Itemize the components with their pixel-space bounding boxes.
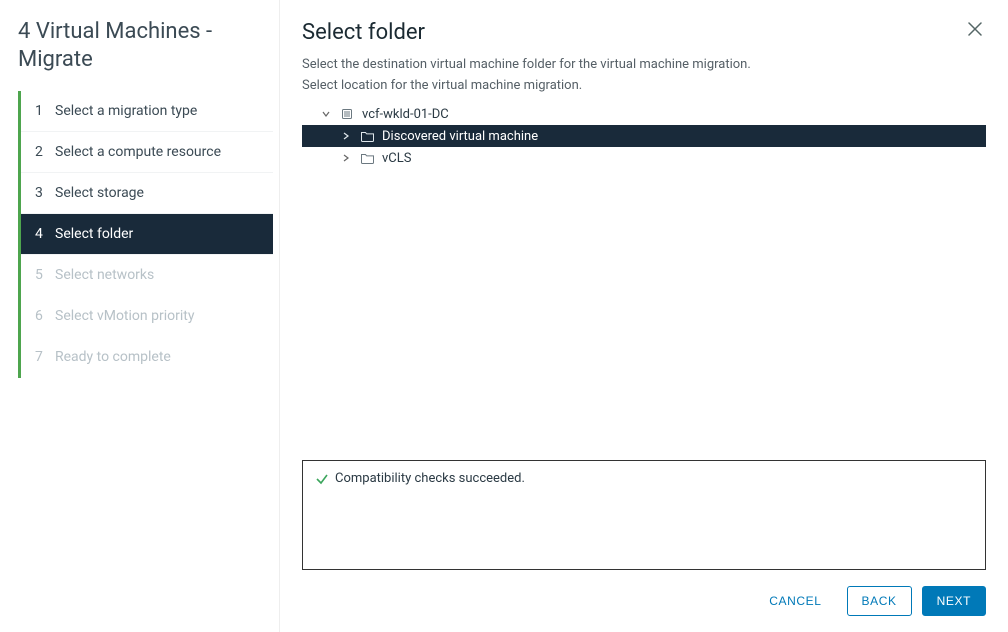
- cancel-button[interactable]: CANCEL: [754, 586, 836, 616]
- page-title: Select folder: [302, 20, 425, 45]
- step-storage[interactable]: 3 Select storage: [21, 173, 273, 214]
- next-button[interactable]: NEXT: [922, 586, 986, 616]
- step-number: 4: [35, 226, 45, 242]
- page-description: Select the destination virtual machine f…: [302, 57, 986, 72]
- folder-icon: [360, 129, 374, 143]
- step-number: 5: [35, 267, 45, 283]
- datacenter-icon: [340, 107, 354, 121]
- page-title-row: Select folder: [302, 20, 986, 45]
- step-vmotion-priority: 6 Select vMotion priority: [21, 296, 273, 337]
- wizard-sidebar: 4 Virtual Machines - Migrate 1 Select a …: [0, 0, 280, 632]
- wizard-main: Select folder Select the destination vir…: [280, 0, 1008, 632]
- compatibility-text: Compatibility checks succeeded.: [335, 471, 525, 486]
- wizard-title-line1: 4 Virtual Machines -: [18, 19, 212, 44]
- wizard-title: 4 Virtual Machines - Migrate: [18, 18, 273, 73]
- wizard-steps: 1 Select a migration type 2 Select a com…: [18, 91, 273, 378]
- checkmark-icon: [315, 472, 329, 486]
- wizard-title-line2: Migrate: [18, 47, 93, 72]
- tree-root-label: vcf-wkld-01-DC: [360, 107, 449, 122]
- compatibility-row: Compatibility checks succeeded.: [315, 471, 973, 486]
- step-label: Select a migration type: [55, 103, 197, 119]
- tree-item-discovered-vm[interactable]: Discovered virtual machine: [302, 125, 986, 147]
- step-ready-complete: 7 Ready to complete: [21, 337, 273, 378]
- step-compute-resource[interactable]: 2 Select a compute resource: [21, 132, 273, 173]
- folder-icon: [360, 151, 374, 165]
- tree-item-vcls[interactable]: vCLS: [302, 147, 986, 169]
- step-label: Select a compute resource: [55, 144, 221, 160]
- compatibility-panel: Compatibility checks succeeded.: [302, 460, 986, 570]
- step-networks: 5 Select networks: [21, 255, 273, 296]
- step-label: Ready to complete: [55, 349, 171, 365]
- back-button[interactable]: BACK: [847, 586, 912, 616]
- step-number: 2: [35, 144, 45, 160]
- step-migration-type[interactable]: 1 Select a migration type: [21, 91, 273, 132]
- close-icon[interactable]: [964, 20, 986, 38]
- step-label: Select networks: [55, 267, 154, 283]
- migrate-wizard-dialog: 4 Virtual Machines - Migrate 1 Select a …: [0, 0, 1008, 632]
- folder-tree: vcf-wkld-01-DC Discovered virtual machin…: [302, 103, 986, 169]
- wizard-footer: CANCEL BACK NEXT: [302, 586, 986, 616]
- page-sub-description: Select location for the virtual machine …: [302, 78, 986, 93]
- chevron-right-icon[interactable]: [342, 132, 354, 140]
- tree-item-label: Discovered virtual machine: [380, 129, 986, 144]
- step-label: Select storage: [55, 185, 144, 201]
- step-select-folder[interactable]: 4 Select folder: [21, 214, 273, 255]
- step-label: Select folder: [55, 226, 133, 242]
- tree-item-label: vCLS: [380, 151, 411, 166]
- chevron-down-icon[interactable]: [322, 110, 334, 118]
- tree-root-row[interactable]: vcf-wkld-01-DC: [302, 103, 986, 125]
- step-number: 1: [35, 103, 45, 119]
- step-label: Select vMotion priority: [55, 308, 194, 324]
- step-number: 7: [35, 349, 45, 365]
- step-number: 6: [35, 308, 45, 324]
- chevron-right-icon[interactable]: [342, 154, 354, 162]
- step-number: 3: [35, 185, 45, 201]
